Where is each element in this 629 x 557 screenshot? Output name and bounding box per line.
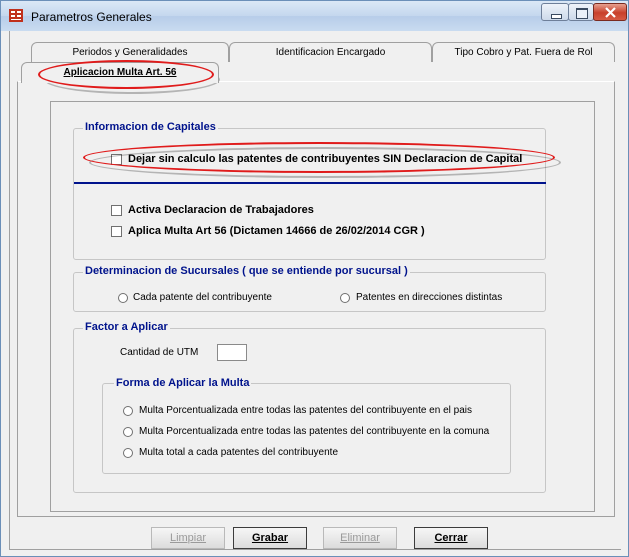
radio-multa-comuna[interactable]	[123, 427, 133, 437]
utm-input[interactable]	[217, 344, 247, 361]
radio-cada-patente-label: Cada patente del contribuyente	[133, 292, 272, 303]
tab-tipo-cobro[interactable]: Tipo Cobro y Pat. Fuera de Rol	[432, 42, 615, 62]
minimize-button[interactable]	[541, 3, 569, 21]
radio-multa-pais[interactable]	[123, 406, 133, 416]
limpiar-button[interactable]: Limpiar	[151, 527, 225, 549]
maximize-button[interactable]	[568, 3, 594, 21]
radio-multa-total[interactable]	[123, 448, 133, 458]
group-capitales-title: Informacion de Capitales	[83, 121, 218, 133]
radio-direcciones-distintas-label: Patentes en direcciones distintas	[356, 292, 503, 303]
radio-multa-comuna-label: Multa Porcentualizada entre todas las pa…	[139, 426, 490, 437]
chk-sin-calculo[interactable]	[111, 154, 122, 165]
radio-cada-patente[interactable]	[118, 293, 128, 303]
tab-identificacion-label: Identificacion Encargado	[275, 47, 386, 58]
chk-aplica-multa-label: Aplica Multa Art 56 (Dictamen 14666 de 2…	[128, 225, 425, 237]
tab-identificacion[interactable]: Identificacion Encargado	[229, 42, 432, 62]
eliminar-button-label: Eliminar	[340, 532, 380, 544]
group-factor-title: Factor a Aplicar	[83, 321, 170, 333]
cerrar-button-label: Cerrar	[434, 532, 468, 544]
app-icon	[9, 9, 23, 22]
group-sucursales-title: Determinacion de Sucursales ( que se ent…	[83, 265, 410, 277]
minimize-icon	[551, 14, 562, 19]
tab-periodos[interactable]: Periodos y Generalidades	[31, 42, 229, 62]
radio-direcciones-distintas[interactable]	[340, 293, 350, 303]
cerrar-button[interactable]: Cerrar	[414, 527, 488, 549]
close-button[interactable]	[593, 3, 627, 21]
window-title: Parametros Generales	[31, 10, 152, 24]
limpiar-button-label: Limpiar	[169, 532, 207, 544]
chk-activa-trabajadores[interactable]	[111, 205, 122, 216]
chk-activa-trabajadores-label: Activa Declaracion de Trabajadores	[128, 204, 314, 216]
tab-aplicacion-multa-label: Aplicacion Multa Art. 56	[63, 67, 177, 78]
separator-line	[74, 182, 546, 184]
chk-aplica-multa[interactable]	[111, 226, 122, 237]
chk-sin-calculo-label: Dejar sin calculo las patentes de contri…	[128, 153, 523, 165]
title-bar: Parametros Generales	[1, 1, 628, 31]
grabar-button-label: Grabar	[251, 532, 289, 544]
radio-multa-total-label: Multa total a cada patentes del contribu…	[139, 447, 339, 458]
tab-periodos-label: Periodos y Generalidades	[72, 47, 188, 58]
eliminar-button[interactable]: Eliminar	[323, 527, 397, 549]
tab-aplicacion-multa[interactable]: Aplicacion Multa Art. 56	[21, 62, 219, 83]
parametros-window: Parametros Generales Periodos y Generali…	[0, 0, 629, 557]
grabar-button[interactable]: Grabar	[233, 527, 307, 549]
close-icon	[605, 7, 616, 18]
group-capitales	[73, 128, 546, 260]
radio-multa-pais-label: Multa Porcentualizada entre todas las pa…	[139, 405, 472, 416]
tab-tipo-cobro-label: Tipo Cobro y Pat. Fuera de Rol	[454, 47, 593, 58]
maximize-icon	[576, 8, 588, 19]
group-forma-title: Forma de Aplicar la Multa	[114, 377, 252, 389]
utm-label: Cantidad de UTM	[120, 347, 199, 358]
